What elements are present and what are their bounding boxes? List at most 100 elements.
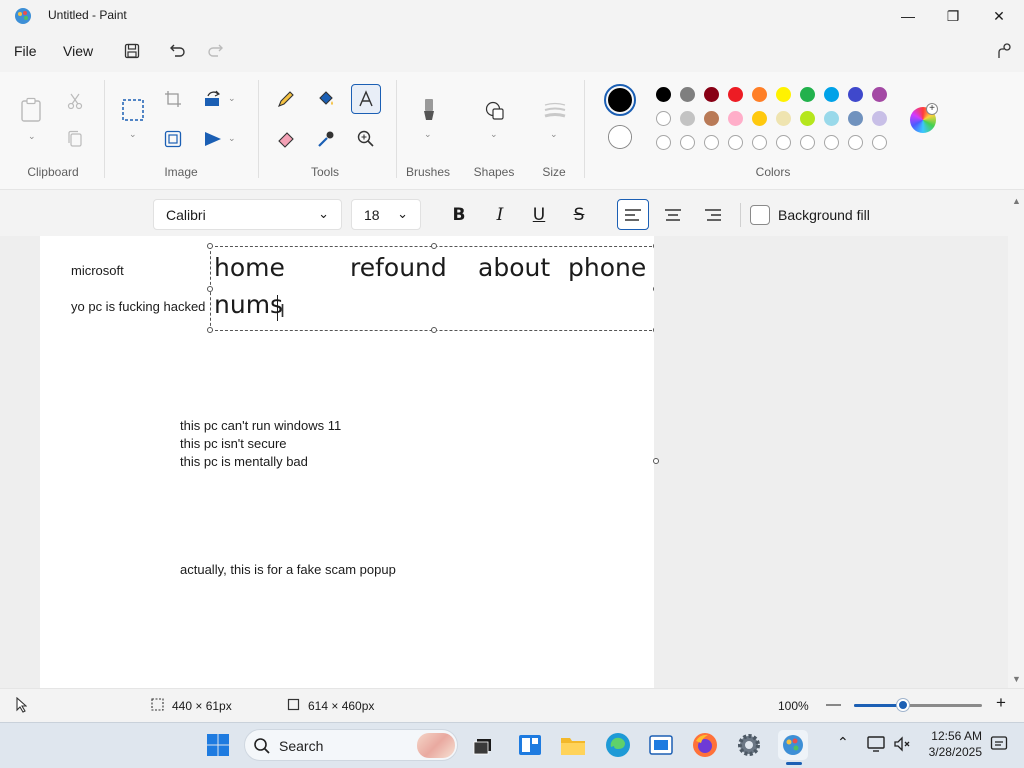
color-swatch[interactable] [752,87,767,102]
widgets-icon[interactable] [515,730,545,760]
rotate-chevron-icon[interactable]: ⌄ [228,93,236,104]
show-hidden-icons-icon[interactable]: ⌃ [837,734,849,751]
zoom-slider[interactable] [854,699,982,711]
resize-handle[interactable] [653,243,654,249]
eraser-icon[interactable] [271,124,301,154]
color-swatch[interactable] [872,111,887,126]
snipping-tool-icon[interactable] [646,730,676,760]
resize-handle[interactable] [207,243,213,249]
color-swatch[interactable] [848,87,863,102]
pencil-icon[interactable] [271,84,301,114]
resize-handle[interactable] [431,327,437,333]
fill-bucket-icon[interactable] [311,84,341,114]
drawing-canvas[interactable]: microsoft yo pc is fucking hacked home r… [40,236,654,688]
clock-time[interactable]: 12:56 AM [920,729,982,743]
maximize-button[interactable]: ❐ [930,0,976,32]
flip-chevron-icon[interactable]: ⌄ [228,133,236,144]
paste-chevron-icon[interactable]: ⌄ [28,131,36,142]
align-center-button[interactable] [657,199,689,230]
scroll-up-icon[interactable]: ▲ [1012,196,1021,206]
italic-button[interactable]: I [484,199,516,230]
text-box-selection[interactable]: home refound about phone nums I [207,243,654,333]
shapes-icon[interactable] [480,96,510,126]
size-icon[interactable] [540,96,570,126]
strikethrough-button[interactable]: S [563,199,595,230]
custom-color-slot[interactable] [800,135,815,150]
color-swatch[interactable] [728,87,743,102]
zoom-out-icon[interactable]: — [826,696,841,713]
color-swatch[interactable] [752,111,767,126]
font-size-select[interactable]: 18 ⌄ [351,199,421,230]
color-swatch[interactable] [776,111,791,126]
resize-handle[interactable] [653,327,654,333]
edge-icon[interactable] [603,730,633,760]
paint-taskbar-icon[interactable] [778,730,808,760]
custom-color-slot[interactable] [776,135,791,150]
color-swatch[interactable] [800,111,815,126]
file-explorer-icon[interactable] [558,730,588,760]
crop-icon[interactable] [158,84,188,114]
font-family-select[interactable]: Calibri ⌄ [153,199,342,230]
color-swatch[interactable] [824,87,839,102]
file-menu[interactable]: File [14,43,37,59]
color-swatch[interactable] [848,111,863,126]
color-swatch[interactable] [824,111,839,126]
cut-icon[interactable] [60,86,90,116]
task-view-icon[interactable] [468,730,498,760]
brush-icon[interactable] [414,96,444,126]
color-swatch[interactable] [704,111,719,126]
primary-color-selector[interactable] [604,84,636,116]
select-icon[interactable] [118,95,148,125]
taskbar-search[interactable]: Search [244,729,458,761]
network-icon[interactable] [866,735,886,756]
rotate-icon[interactable] [198,84,228,114]
magnifier-icon[interactable] [351,124,381,154]
custom-color-slot[interactable] [872,135,887,150]
add-color-icon[interactable]: + [926,103,938,115]
color-swatch[interactable] [656,111,671,126]
custom-color-slot[interactable] [728,135,743,150]
clock-date[interactable]: 3/28/2025 [920,745,982,759]
align-right-button[interactable] [697,199,729,230]
paste-icon[interactable] [16,95,46,125]
color-picker-icon[interactable] [311,124,341,154]
secondary-color-selector[interactable] [608,125,632,149]
scroll-down-icon[interactable]: ▼ [1012,674,1021,684]
redo-icon[interactable] [204,40,228,62]
firefox-icon[interactable] [690,730,720,760]
shapes-chevron-icon[interactable]: ⌄ [490,129,498,140]
custom-color-slot[interactable] [752,135,767,150]
close-button[interactable]: ✕ [976,0,1022,32]
custom-color-slot[interactable] [656,135,671,150]
resize-handle[interactable] [431,243,437,249]
underline-button[interactable]: U [523,199,555,230]
zoom-slider-thumb[interactable] [897,699,909,711]
view-menu[interactable]: View [63,43,93,59]
zoom-in-icon[interactable]: + [996,693,1006,713]
color-swatch[interactable] [800,87,815,102]
resize-handle[interactable] [653,286,654,292]
volume-muted-icon[interactable] [893,735,911,756]
resize-handle[interactable] [207,327,213,333]
custom-color-slot[interactable] [680,135,695,150]
bold-button[interactable]: B [443,199,475,230]
color-swatch[interactable] [680,87,695,102]
color-swatch[interactable] [776,87,791,102]
copy-icon[interactable] [60,124,90,154]
align-left-button[interactable] [617,199,649,230]
undo-icon[interactable] [165,40,189,62]
select-chevron-icon[interactable]: ⌄ [129,129,137,140]
canvas-resize-handle[interactable] [653,458,659,464]
color-swatch[interactable] [704,87,719,102]
background-fill-checkbox[interactable] [750,205,770,225]
custom-color-slot[interactable] [824,135,839,150]
custom-color-slot[interactable] [704,135,719,150]
settings-icon[interactable] [734,730,764,760]
share-icon[interactable] [992,40,1016,62]
color-swatch[interactable] [728,111,743,126]
resize-handle[interactable] [207,286,213,292]
color-swatch[interactable] [656,87,671,102]
save-icon[interactable] [120,40,144,62]
start-icon[interactable] [203,730,233,760]
color-swatch[interactable] [680,111,695,126]
